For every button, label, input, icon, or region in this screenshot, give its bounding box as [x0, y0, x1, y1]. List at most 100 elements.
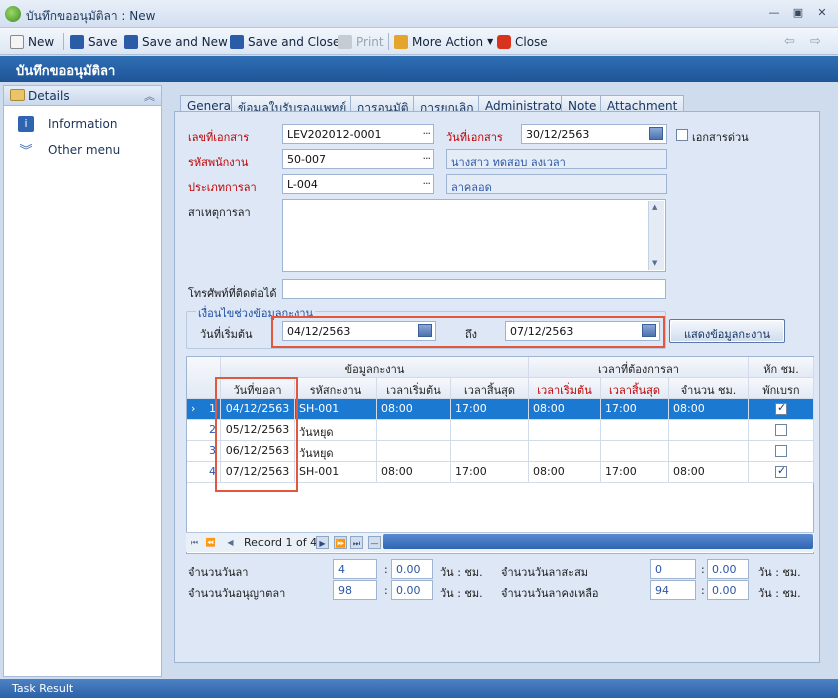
doc-date-field[interactable]: 30/12/2563 [521, 124, 667, 144]
next-page-icon[interactable]: ⏩ [334, 536, 347, 549]
separator-colon: : [384, 563, 388, 576]
column-header[interactable]: รหัสกะงาน [295, 378, 377, 399]
column-header[interactable]: จำนวน ชม. [669, 378, 749, 399]
grid-cell-shift[interactable]: วันหยุด [295, 441, 377, 462]
break-checkbox[interactable] [775, 445, 787, 457]
reason-label: สาเหตุการลา [188, 206, 251, 219]
new-button[interactable]: New [10, 32, 54, 51]
reason-textarea[interactable] [282, 199, 666, 272]
grid-cell-shift[interactable]: SH-001 [295, 399, 377, 420]
more-action-button[interactable]: More Action ▼ [394, 32, 493, 51]
sidebar-item-other-menu[interactable]: ︾ Other menu [18, 140, 120, 160]
lookup-icon[interactable]: ··· [423, 177, 431, 190]
break-checkbox[interactable] [775, 464, 787, 478]
grid-cell-break[interactable] [749, 420, 814, 441]
column-header[interactable]: เวลาสิ้นสุด [601, 378, 669, 399]
reason-scrollbar[interactable]: ▲ ▼ [648, 201, 664, 270]
grid-cell-l-start[interactable]: 08:00 [529, 399, 601, 420]
printer-icon [338, 34, 352, 49]
save-icon [70, 34, 84, 49]
sidebar-section-details[interactable]: Details ︽ [4, 86, 161, 106]
separator-colon: : [384, 584, 388, 597]
unit-label: วัน : ชม. [758, 587, 801, 600]
grid-cell-shift[interactable]: SH-001 [295, 462, 377, 483]
emp-code-field[interactable]: 50-007 ··· [282, 149, 434, 169]
grid-cell-l-end[interactable] [601, 441, 669, 462]
row-indicator-icon: › [191, 402, 196, 415]
grid-cell-l-start[interactable]: 08:00 [529, 462, 601, 483]
grid-cell-s-start[interactable]: 08:00 [377, 462, 451, 483]
print-button[interactable]: Print [338, 32, 384, 51]
emp-code-label: รหัสพนักงาน [188, 156, 249, 169]
lookup-icon[interactable]: ··· [423, 127, 431, 140]
accum-days-field: 0 [650, 559, 696, 579]
start-date-label: วันที่เริ่มต้น [200, 328, 253, 341]
save-and-close-button[interactable]: Save and Close [230, 32, 340, 51]
date-column-highlight [215, 377, 298, 492]
calendar-icon[interactable] [649, 127, 663, 140]
leave-type-name-field: ลาคลอด [446, 174, 667, 194]
grid-cell-l-start[interactable] [529, 420, 601, 441]
grid-cell-s-end[interactable]: 17:00 [451, 462, 529, 483]
lookup-icon[interactable]: ··· [423, 152, 431, 165]
close-button[interactable]: Close [497, 32, 548, 51]
grid-cell-hours[interactable]: 08:00 [669, 399, 749, 420]
grid-cell-break[interactable] [749, 399, 814, 420]
first-record-icon[interactable]: ⏮ [188, 536, 201, 549]
grid-cell-l-start[interactable] [529, 441, 601, 462]
remain-hours-field: 0.00 [707, 580, 749, 600]
grid-cell-l-end[interactable]: 17:00 [601, 399, 669, 420]
accum-days-label: จำนวนวันลาสะสม [501, 566, 589, 579]
grid-cell-hours[interactable] [669, 441, 749, 462]
next-record-icon[interactable]: ▶ [316, 536, 329, 549]
show-shift-button[interactable]: แสดงข้อมูลกะงาน [669, 319, 785, 343]
collapse-icon[interactable]: ︽ [144, 88, 155, 104]
column-header[interactable]: เวลาสิ้นสุด [451, 378, 529, 399]
date-range-highlight [271, 316, 665, 348]
leave-type-field[interactable]: L-004 ··· [282, 174, 434, 194]
prev-page-icon[interactable]: ⏪ [204, 536, 217, 549]
column-header[interactable]: เวลาเริ่มต้น [529, 378, 601, 399]
grid-cell-s-end[interactable]: 17:00 [451, 399, 529, 420]
minimize-icon[interactable]: — [766, 6, 782, 20]
separator-colon: : [701, 584, 705, 597]
delete-record-icon[interactable]: — [368, 536, 381, 549]
maximize-icon[interactable]: ▣ [790, 6, 806, 20]
phone-field[interactable] [282, 279, 666, 299]
task-result-bar[interactable]: Task Result [0, 679, 838, 698]
break-checkbox[interactable] [775, 401, 787, 415]
prev-record-icon[interactable]: ◀ [224, 536, 237, 549]
urgent-checkbox[interactable] [676, 129, 688, 141]
back-arrow-icon[interactable]: ⇦ [784, 32, 795, 51]
close-window-icon[interactable]: ✕ [814, 6, 830, 20]
break-checkbox[interactable] [775, 424, 787, 436]
doc-no-field[interactable]: LEV202012-0001 ··· [282, 124, 434, 144]
save-and-new-button[interactable]: Save and New [124, 32, 228, 51]
grid-cell-shift[interactable]: วันหยุด [295, 420, 377, 441]
grid-cell-hours[interactable] [669, 420, 749, 441]
sidebar-item-information[interactable]: i Information [18, 116, 117, 132]
grid-cell-s-start[interactable] [377, 420, 451, 441]
scroll-up-icon[interactable]: ▲ [652, 203, 657, 211]
grid-cell-s-end[interactable] [451, 441, 529, 462]
grid-cell-s-start[interactable]: 08:00 [377, 399, 451, 420]
grid-cell-s-start[interactable] [377, 441, 451, 462]
unit-label: วัน : ชม. [440, 566, 483, 579]
grid-horizontal-scrollbar[interactable] [383, 534, 813, 549]
grid-cell-break[interactable] [749, 441, 814, 462]
save-close-icon [230, 34, 244, 49]
column-header[interactable]: เวลาเริ่มต้น [377, 378, 451, 399]
forward-arrow-icon[interactable]: ⇨ [810, 32, 821, 51]
separator-colon: : [701, 563, 705, 576]
save-button[interactable]: Save [70, 32, 117, 51]
grid-cell-l-end[interactable] [601, 420, 669, 441]
app-icon [5, 6, 21, 22]
scroll-down-icon[interactable]: ▼ [652, 259, 657, 267]
last-record-icon[interactable]: ⏭ [350, 536, 363, 549]
grid-cell-l-end[interactable]: 17:00 [601, 462, 669, 483]
grid-cell-hours[interactable]: 08:00 [669, 462, 749, 483]
grid-cell-break[interactable] [749, 462, 814, 483]
sidebar: Details ︽ i Information ︾ Other menu [3, 85, 162, 677]
column-header[interactable]: พักเบรก [749, 378, 814, 399]
grid-cell-s-end[interactable] [451, 420, 529, 441]
